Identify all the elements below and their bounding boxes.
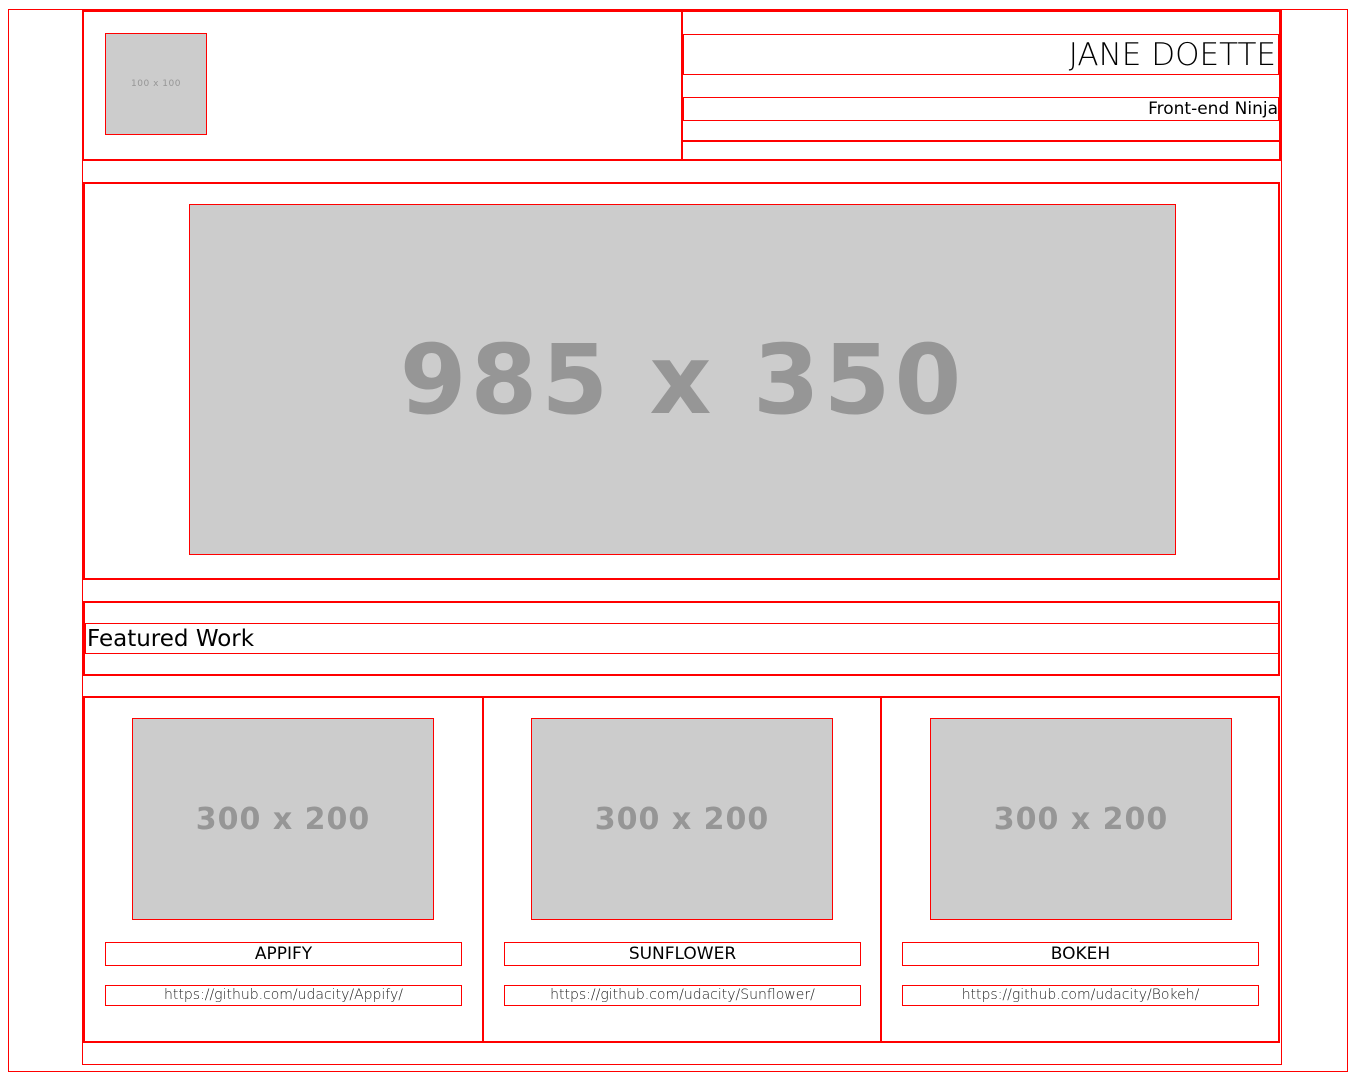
project-placeholder-label: 300 x 200 [594, 801, 770, 837]
project-link[interactable]: https://github.com/udacity/Appify/ [105, 985, 462, 1006]
name-heading-box: JANE DOETTE [683, 34, 1279, 75]
logo-image: 100 x 100 [105, 33, 207, 135]
job-title: Front-end Ninja [1148, 99, 1278, 119]
project-name: SUNFLOWER [504, 942, 861, 966]
project-link[interactable]: https://github.com/udacity/Sunflower/ [504, 985, 861, 1006]
job-title-box: Front-end Ninja [683, 97, 1279, 121]
project-name: APPIFY [105, 942, 462, 966]
project-placeholder-label: 300 x 200 [195, 801, 371, 837]
logo-placeholder-label: 100 x 100 [131, 79, 181, 89]
project-placeholder-label: 300 x 200 [993, 801, 1169, 837]
featured-heading: Featured Work [87, 626, 255, 652]
name-heading: JANE DOETTE [1068, 37, 1276, 73]
project-image: 300 x 200 [531, 718, 833, 920]
header-right-divider [683, 140, 1280, 142]
project-link[interactable]: https://github.com/udacity/Bokeh/ [902, 985, 1259, 1006]
project-name: BOKEH [902, 942, 1259, 966]
hero-placeholder-label: 985 x 350 [399, 323, 966, 436]
project-image: 300 x 200 [132, 718, 434, 920]
featured-heading-box: Featured Work [85, 623, 1279, 654]
footer-divider [82, 1064, 1282, 1065]
page-outline-bottom-right [1281, 1071, 1348, 1072]
hero-image: 985 x 350 [189, 204, 1176, 555]
page-outline-top-right [1281, 9, 1348, 10]
project-image: 300 x 200 [930, 718, 1232, 920]
